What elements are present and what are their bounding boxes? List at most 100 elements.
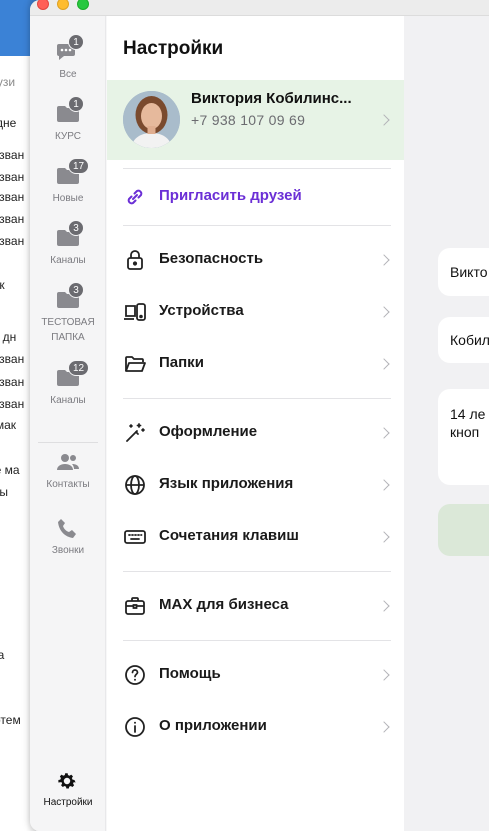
rail-item-label: Звонки — [51, 545, 85, 556]
folder-rail: 1 Все 1 КУРС 17 Новые 3 Каналы 3 ТЕСТОВА… — [30, 16, 106, 831]
lock-icon — [123, 248, 147, 272]
background-chat-line: еры — [0, 485, 8, 499]
divider — [123, 640, 391, 641]
background-chat-line: назван — [0, 148, 25, 162]
rail-item-label: Все — [59, 69, 77, 80]
message-line: кноп — [450, 424, 480, 440]
menu-item-label: Устройства — [159, 302, 244, 319]
briefcase-icon — [123, 594, 147, 618]
divider — [123, 168, 391, 169]
menu-item-business[interactable]: MAX для бизнеса — [107, 582, 404, 630]
menu-item-folders[interactable]: Папки — [107, 340, 404, 388]
rail-item-label: Настройки — [43, 797, 93, 808]
menu-item-devices[interactable]: Устройства — [107, 288, 404, 336]
help-icon — [123, 663, 147, 687]
rail-item-new[interactable]: 17 Новые — [30, 158, 106, 206]
menu-item-appearance[interactable]: Оформление — [107, 409, 404, 457]
chevron-right-icon — [378, 358, 390, 370]
rail-item-contacts[interactable]: Контакты — [30, 450, 106, 492]
phone-icon — [54, 516, 82, 540]
rail-item-label: Контакты — [46, 479, 90, 490]
background-chat-line: 7 дне — [0, 116, 17, 130]
menu-item-about[interactable]: О приложении — [107, 703, 404, 751]
menu-item-help[interactable]: Помощь — [107, 651, 404, 699]
chevron-right-icon — [378, 306, 390, 318]
menu-item-language[interactable]: Язык приложения — [107, 461, 404, 509]
rail-item-label: Каналы — [50, 255, 86, 266]
minimize-window-button[interactable] — [57, 0, 69, 10]
rail-item-channels[interactable]: 3 Каналы — [30, 220, 106, 268]
unread-badge: 3 — [68, 220, 84, 236]
outgoing-message-bubble — [438, 504, 489, 556]
background-chat-line: назван — [0, 397, 25, 411]
rail-divider — [38, 442, 98, 443]
folder-open-icon — [123, 352, 147, 376]
message-bubble: Викто — [438, 248, 489, 296]
message-bubble: Кобил — [438, 317, 489, 363]
unread-badge: 3 — [68, 282, 84, 298]
chevron-right-icon — [378, 721, 390, 733]
folder-icon: 3 — [54, 220, 84, 250]
menu-item-label: Папки — [159, 354, 204, 371]
menu-item-label: Язык приложения — [159, 475, 294, 492]
background-chat-line: 30 дн — [0, 330, 17, 344]
menu-item-label: Сочетания клавиш — [159, 527, 299, 544]
globe-icon — [123, 473, 147, 497]
profile-card[interactable]: Виктория Кобилинс... +7 938 107 09 69 — [107, 80, 404, 160]
profile-name: Виктория Кобилинс... — [191, 90, 352, 107]
contacts-icon — [54, 450, 82, 474]
invite-friends-button[interactable]: Пригласить друзей — [107, 173, 404, 221]
unread-badge: 1 — [68, 34, 84, 50]
background-chat-line: назван — [0, 234, 25, 248]
rail-item-channels-2[interactable]: 12 Каналы — [30, 360, 106, 408]
background-chat-line: ета — [0, 648, 5, 662]
settings-panel: Настройки Виктория Кобилинс... +7 938 10… — [107, 16, 404, 831]
unread-badge: 1 — [68, 96, 84, 112]
background-chat-line: Артем — [0, 713, 21, 727]
close-window-button[interactable] — [37, 0, 49, 10]
divider — [123, 398, 391, 399]
rail-item-test-folder[interactable]: 3 ТЕСТОВАЯ ПАПКА — [30, 282, 106, 345]
rail-item-all[interactable]: 1 Все — [30, 34, 106, 82]
menu-item-label: Оформление — [159, 423, 258, 440]
folder-icon: 3 — [54, 282, 84, 312]
chat-bubbles-icon: 1 — [54, 34, 84, 64]
background-chat-line: назван — [0, 212, 25, 226]
link-icon — [123, 185, 147, 209]
info-icon — [123, 715, 147, 739]
folder-icon: 12 — [54, 360, 90, 390]
avatar — [123, 91, 180, 148]
menu-item-label: Помощь — [159, 665, 221, 682]
app-window: 1 Все 1 КУРС 17 Новые 3 Каналы 3 ТЕСТОВА… — [30, 0, 489, 831]
background-chat-line: назван — [0, 190, 25, 204]
zoom-window-button[interactable] — [77, 0, 89, 10]
rail-item-kurs[interactable]: 1 КУРС — [30, 96, 106, 144]
chevron-right-icon — [378, 479, 390, 491]
rail-item-label: Каналы — [50, 395, 86, 406]
background-chat-line: назван — [0, 170, 25, 184]
chevron-right-icon — [378, 427, 390, 439]
menu-item-label: MAX для бизнеса — [159, 596, 289, 613]
keyboard-icon — [123, 525, 147, 549]
menu-item-label: Безопасность — [159, 250, 264, 267]
rail-item-label: ТЕСТОВАЯ ПАПКА — [41, 317, 95, 343]
rail-item-label: КУРС — [54, 131, 82, 142]
chevron-right-icon — [378, 669, 390, 681]
rail-item-settings[interactable]: Настройки — [30, 768, 106, 810]
divider — [123, 225, 391, 226]
menu-item-security[interactable]: Безопасность — [107, 236, 404, 284]
rail-item-calls[interactable]: Звонки — [30, 516, 106, 558]
folder-icon: 1 — [54, 96, 84, 126]
message-bubble: 14 ле кноп — [438, 389, 489, 485]
devices-icon — [123, 300, 147, 324]
menu-item-shortcuts[interactable]: Сочетания клавиш — [107, 513, 404, 561]
chevron-right-icon — [378, 600, 390, 612]
title-bar — [30, 0, 489, 16]
background-chat-line: назван — [0, 352, 25, 366]
background-chat-line: рок — [0, 278, 5, 292]
background-chat-line: грузи — [0, 75, 16, 89]
unread-badge: 12 — [68, 360, 90, 376]
background-chat-line: я мак — [0, 418, 17, 432]
profile-phone: +7 938 107 09 69 — [191, 112, 306, 128]
menu-item-label: О приложении — [159, 717, 267, 734]
